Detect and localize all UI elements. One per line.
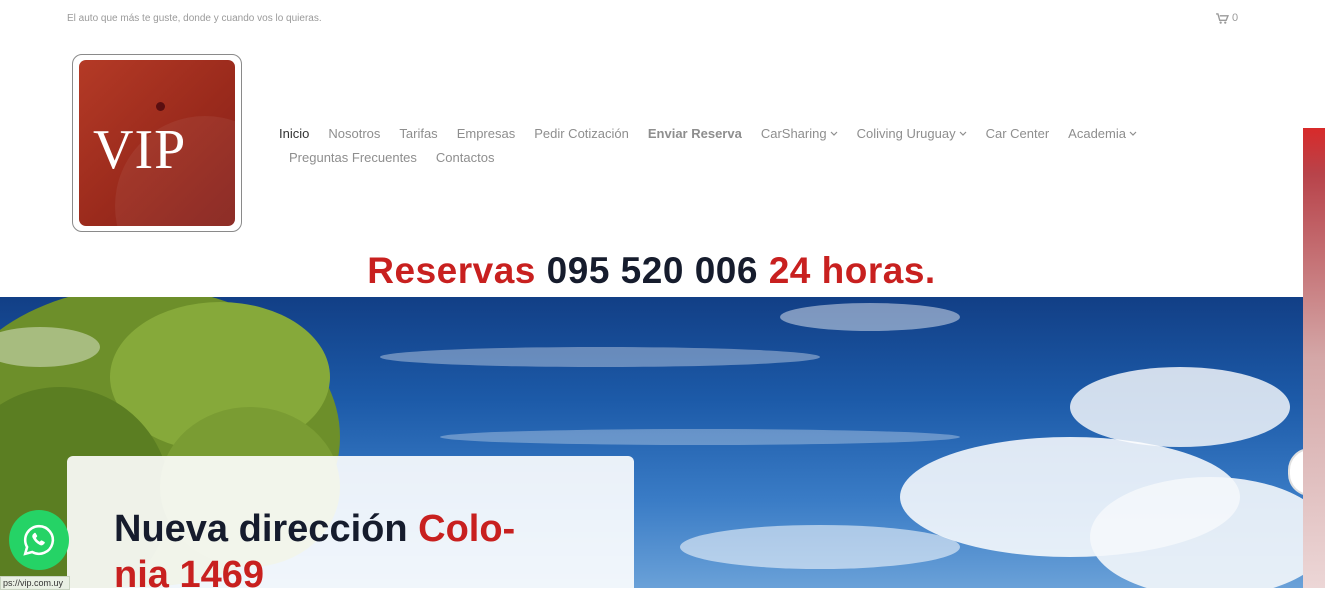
nav-row-1: Inicio Nosotros Tarifas Empresas Pedir Cotiz… (279, 122, 1179, 146)
banner-phone[interactable]: 095 520 006 (547, 250, 758, 291)
nav-item-label: Academia (1068, 126, 1126, 141)
nav-item-nosotros[interactable]: Nosotros (328, 122, 380, 146)
logo-badge: VIP (79, 60, 235, 226)
card-title-dark: Nueva dirección (114, 508, 408, 550)
main-nav: Inicio Nosotros Tarifas Empresas Pedir Cotiz… (279, 122, 1179, 170)
nav-item-carsharing[interactable]: CarSharing (761, 122, 838, 146)
nav-item-label: CarSharing (760, 126, 827, 141)
whatsapp-button[interactable] (9, 510, 69, 570)
nav-item-label: Inicio (279, 126, 310, 141)
nav-item-preguntas-frecuentes[interactable]: Preguntas Frecuentes (289, 146, 417, 170)
top-bar: El auto que más te guste, donde y cuando… (0, 0, 1303, 40)
nav-item-label: Tarifas (399, 126, 438, 141)
tagline: El auto que más te guste, donde y cuando… (67, 13, 322, 24)
nav-item-label: Nosotros (328, 126, 381, 141)
nav-item-enviar-reserva[interactable]: Enviar Reserva (648, 122, 742, 146)
nav-item-academia[interactable]: Academia (1068, 122, 1137, 146)
logo-dot (156, 102, 165, 111)
cart-count: 0 (1232, 12, 1239, 24)
banner-reservas: Reservas (367, 250, 536, 291)
chevron-down-icon (959, 131, 967, 136)
announcement-card: Nueva dirección Colo- nia 1469 (67, 456, 634, 588)
nav-item-pedir-cotizacion[interactable]: Pedir Cotización (534, 122, 629, 146)
logo-text: VIP (93, 119, 187, 181)
nav-item-label: Empresas (456, 126, 516, 141)
nav-row-2: Preguntas Frecuentes Contactos (279, 146, 1179, 170)
nav-item-tarifas[interactable]: Tarifas (399, 122, 437, 146)
nav-item-label: Coliving Uruguay (856, 126, 956, 141)
cart-icon (1216, 12, 1229, 24)
nav-item-car-center[interactable]: Car Center (986, 122, 1050, 146)
nav-item-contactos[interactable]: Contactos (436, 146, 495, 170)
nav-item-empresas[interactable]: Empresas (457, 122, 516, 146)
nav-item-label: Car Center (985, 126, 1050, 141)
chevron-down-icon (1129, 131, 1137, 136)
banner-hours: 24 horas. (768, 250, 936, 291)
reservations-banner: Reservas 095 520 006 24 horas. (0, 250, 1303, 292)
cart-link[interactable]: 0 (1216, 12, 1238, 24)
nav-item-label: Contactos (435, 150, 495, 165)
side-strip (1303, 0, 1325, 588)
nav-item-inicio[interactable]: Inicio (279, 122, 309, 146)
nav-item-label: Enviar Reserva (647, 126, 742, 141)
whatsapp-icon (23, 524, 55, 556)
card-title: Nueva dirección Colo- nia 1469 (114, 506, 614, 588)
nav-item-coliving-uruguay[interactable]: Coliving Uruguay (857, 122, 967, 146)
nav-item-label: Pedir Cotización (534, 126, 629, 141)
side-strip-panel (1303, 128, 1325, 588)
nav-item-label: Preguntas Frecuentes (289, 150, 417, 165)
vip-logo[interactable]: VIP (72, 54, 242, 232)
hero-slider: Nueva dirección Colo- nia 1469 (0, 297, 1303, 588)
chevron-down-icon (830, 131, 838, 136)
